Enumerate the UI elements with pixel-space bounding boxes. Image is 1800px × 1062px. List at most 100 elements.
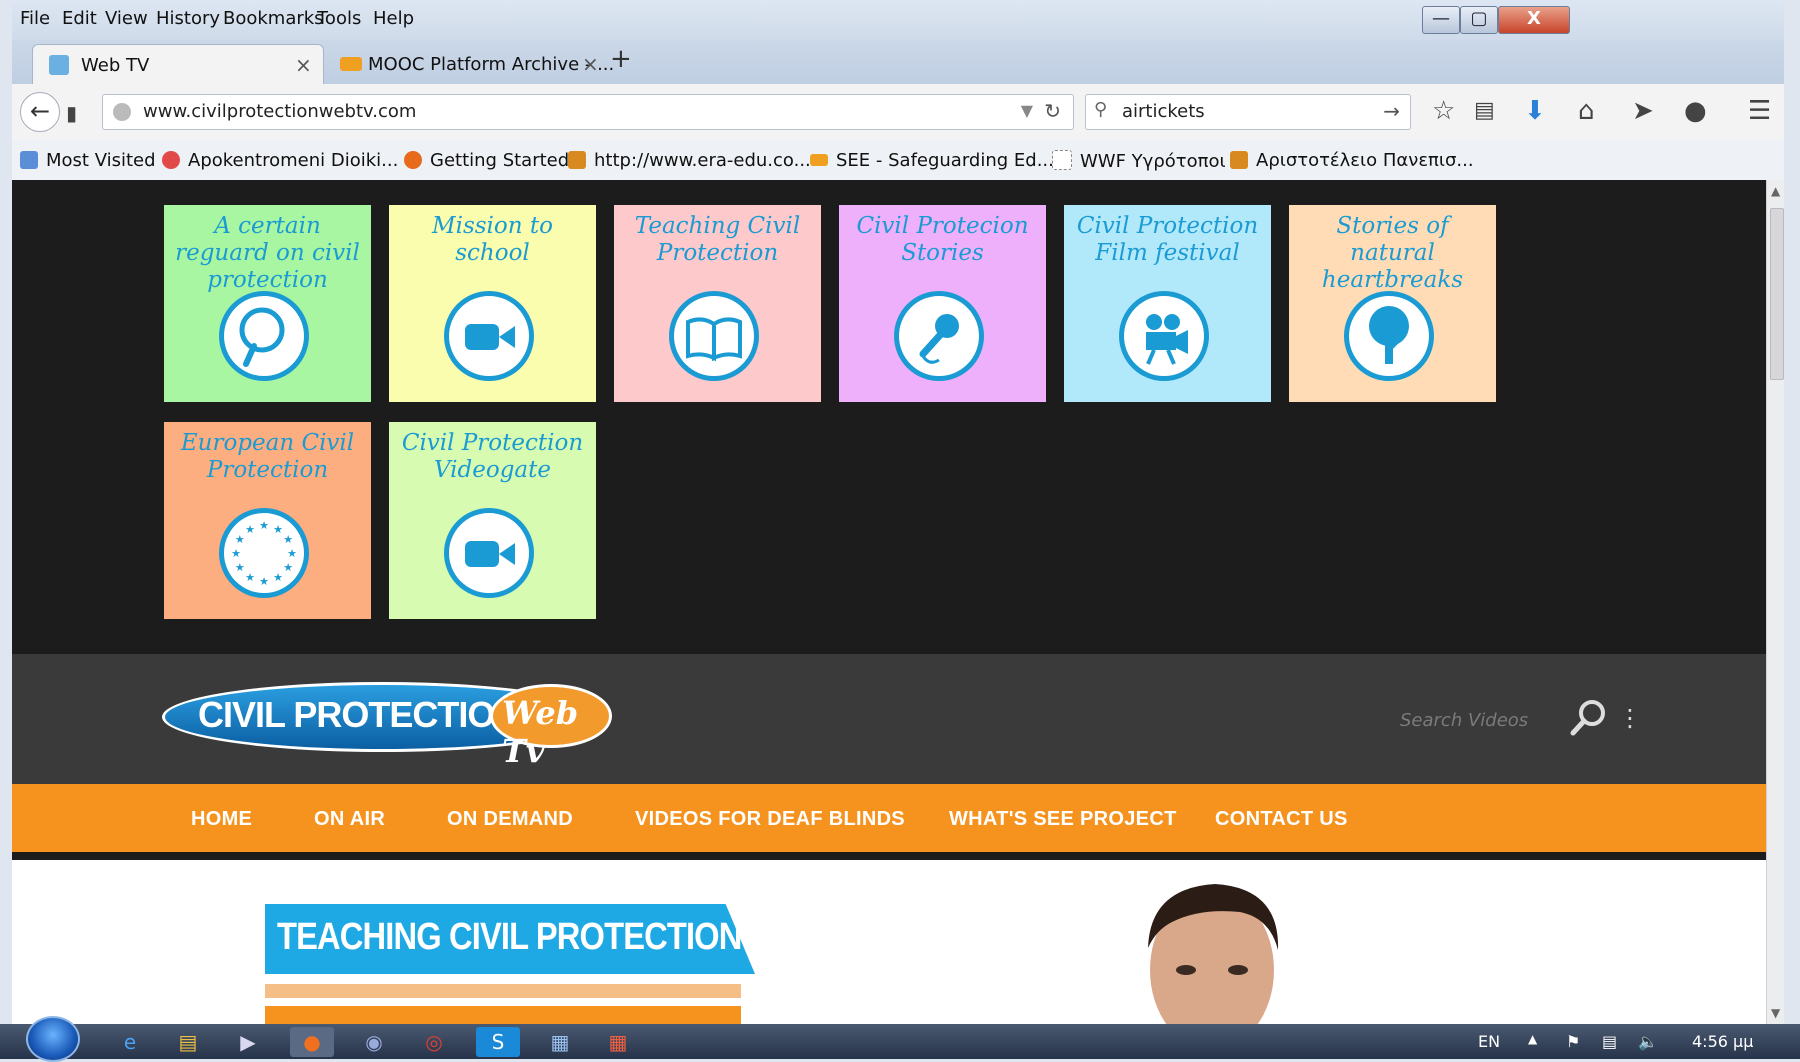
network-icon[interactable]: ▤: [1602, 1032, 1617, 1051]
see-icon: [810, 154, 828, 166]
send-icon[interactable]: ➤: [1632, 96, 1654, 126]
svg-text:★: ★: [259, 575, 269, 588]
internet-explorer-icon[interactable]: e: [108, 1027, 152, 1057]
firefox-taskbar-icon[interactable]: ●: [290, 1027, 334, 1057]
url-text[interactable]: www.civilprotectionwebtv.com: [143, 101, 416, 122]
teaching-banner-title: TEACHING CIVIL PROTECTION: [277, 916, 742, 958]
close-window-button[interactable]: X: [1498, 6, 1570, 34]
start-button[interactable]: [26, 1016, 80, 1062]
era-edu-icon: [568, 151, 586, 169]
tile-magnifier-0[interactable]: A certain reguard on civil protection: [164, 205, 371, 402]
download-icon[interactable]: ⬇: [1524, 96, 1546, 126]
bookmark-era-edu[interactable]: http://www.era-edu.co...: [568, 150, 811, 171]
skype-icon[interactable]: S: [476, 1027, 520, 1057]
menu-edit[interactable]: Edit: [62, 8, 97, 29]
scroll-down-icon[interactable]: ▼: [1771, 1006, 1780, 1020]
nav-whats-see-project[interactable]: WHAT'S SEE PROJECT: [949, 808, 1177, 831]
bookmark-label: WWF Υγρότοποι: [1080, 151, 1226, 172]
powerpoint-icon[interactable]: ▦: [596, 1027, 640, 1057]
nav-home[interactable]: HOME: [191, 808, 252, 831]
tile-video-camera-1[interactable]: Mission to school: [389, 205, 596, 402]
back-arrow-icon[interactable]: ←: [20, 92, 60, 132]
bookmark-getting-started[interactable]: Getting Started: [404, 150, 569, 171]
scroll-up-icon[interactable]: ▲: [1771, 184, 1780, 198]
video-camera-icon: [444, 291, 534, 381]
most-visited-icon: [20, 151, 38, 169]
tab-web-tv[interactable]: Web TV ×: [32, 44, 324, 85]
network-app-icon[interactable]: ◉: [352, 1027, 396, 1057]
close-tab-icon[interactable]: ×: [295, 53, 312, 77]
tab-title: Web TV: [81, 55, 150, 76]
bookmark-see-safeguarding[interactable]: SEE - Safeguarding Ed...: [810, 150, 1054, 171]
chrome-icon[interactable]: ◎: [412, 1027, 456, 1057]
menu-file[interactable]: File: [20, 8, 50, 29]
scrollbar-thumb[interactable]: [1770, 208, 1784, 380]
bookmark-wwf[interactable]: WWF Υγρότοποι: [1052, 150, 1226, 172]
close-tab-icon[interactable]: ×: [582, 52, 599, 76]
bookmark-label: Apokentromeni Dioiki...: [188, 150, 399, 171]
nav-contact-us[interactable]: CONTACT US: [1215, 808, 1348, 831]
video-search-icon[interactable]: [1568, 698, 1608, 738]
microphone-icon: [894, 291, 984, 381]
menu-history[interactable]: History: [156, 8, 220, 29]
svg-text:★: ★: [283, 561, 293, 574]
home-icon[interactable]: ⌂: [1578, 96, 1595, 126]
web-tv-favicon-icon: [49, 55, 69, 75]
new-tab-button[interactable]: +: [610, 44, 632, 74]
navigation-toolbar: ← ▮ www.civilprotectionwebtv.com ▼ ↻ ⚲ a…: [12, 84, 1784, 140]
nav-on-demand[interactable]: ON DEMAND: [447, 808, 573, 831]
bookmark-most-visited[interactable]: Most Visited: [20, 150, 156, 171]
clock[interactable]: 4:56 μμ: [1692, 1032, 1753, 1051]
identity-icon[interactable]: ▮: [66, 98, 77, 128]
tile-microphone-3[interactable]: Civil Protecion Stories: [839, 205, 1046, 402]
language-indicator[interactable]: EN: [1478, 1032, 1500, 1051]
bookmark-label: Αριστοτέλειο Πανεπισ...: [1256, 150, 1474, 171]
menu-view[interactable]: View: [105, 8, 148, 29]
nav-videos-deaf-blinds[interactable]: VIDEOS FOR DEAF BLINDS: [635, 808, 905, 831]
tab-mooc-archive[interactable]: MOOC Platform Archive - ... ×: [324, 44, 614, 84]
search-bar[interactable]: ⚲ airtickets →: [1085, 94, 1411, 130]
site-header: CIVIL PROTECTION Web Tv Search Videos ⋮: [12, 654, 1766, 784]
menu-tools[interactable]: Tools: [317, 8, 361, 29]
chat-icon[interactable]: ●: [1684, 96, 1707, 126]
search-go-icon[interactable]: →: [1383, 99, 1400, 123]
tab-title: MOOC Platform Archive - ...: [368, 54, 615, 75]
volume-icon[interactable]: 🔈: [1638, 1032, 1658, 1051]
minimize-button[interactable]: —: [1422, 6, 1460, 34]
reload-icon[interactable]: ↻: [1044, 99, 1061, 123]
book-icon: [669, 291, 759, 381]
nav-on-air[interactable]: ON AIR: [314, 808, 385, 831]
menu-bookmarks[interactable]: Bookmarks: [223, 8, 324, 29]
site-logo[interactable]: CIVIL PROTECTION Web Tv: [162, 680, 618, 770]
tile-label: Teaching Civil Protection: [634, 213, 801, 266]
file-explorer-icon[interactable]: ▤: [166, 1027, 210, 1057]
teaching-banner[interactable]: TEACHING CIVIL PROTECTION: [265, 904, 755, 974]
bookmark-aristotle[interactable]: Αριστοτέλειο Πανεπισ...: [1230, 150, 1474, 171]
tile-eu-stars-6[interactable]: European Civil Protection ★ ★ ★ ★ ★ ★ ★ ★ ★ ★ ★ ★: [164, 422, 371, 619]
tile-film-projector-4[interactable]: Civil Protection Film festival: [1064, 205, 1271, 402]
menu-help[interactable]: Help: [373, 8, 414, 29]
tile-tree-5[interactable]: Stories of natural heartbreaks: [1289, 205, 1496, 402]
tile-label: Civil Protection Film festival: [1076, 213, 1259, 266]
search-videos-input[interactable]: Search Videos: [1400, 710, 1528, 731]
bookmarks-menu-icon[interactable]: ▤: [1474, 96, 1495, 126]
maximize-button[interactable]: ▢: [1460, 6, 1498, 34]
tile-video-camera-7[interactable]: Civil Protection Videogate: [389, 422, 596, 619]
bookmark-star-icon[interactable]: ☆: [1432, 96, 1455, 126]
svg-text:★: ★: [259, 519, 269, 532]
bookmark-apokentromeni[interactable]: Apokentromeni Dioiki...: [162, 150, 398, 171]
tray-expand-icon[interactable]: ▲: [1528, 1032, 1537, 1046]
action-center-flag-icon[interactable]: ⚑: [1566, 1032, 1580, 1051]
hamburger-menu-icon[interactable]: ☰: [1748, 96, 1771, 126]
url-bar[interactable]: www.civilprotectionwebtv.com ▼ ↻: [102, 94, 1074, 130]
firefox-icon: [404, 151, 422, 169]
more-options-icon[interactable]: ⋮: [1618, 704, 1642, 732]
media-player-icon[interactable]: ▶: [226, 1027, 270, 1057]
tile-book-2[interactable]: Teaching Civil Protection: [614, 205, 821, 402]
logo-badge-text: Web Tv: [502, 694, 579, 770]
word-icon[interactable]: ▦: [538, 1027, 582, 1057]
url-dropdown-icon[interactable]: ▼: [1021, 101, 1033, 120]
page-scrollbar[interactable]: ▲ ▼: [1766, 180, 1784, 1024]
search-input[interactable]: airtickets: [1122, 101, 1205, 122]
tile-label: Stories of natural heartbreaks: [1321, 213, 1464, 293]
